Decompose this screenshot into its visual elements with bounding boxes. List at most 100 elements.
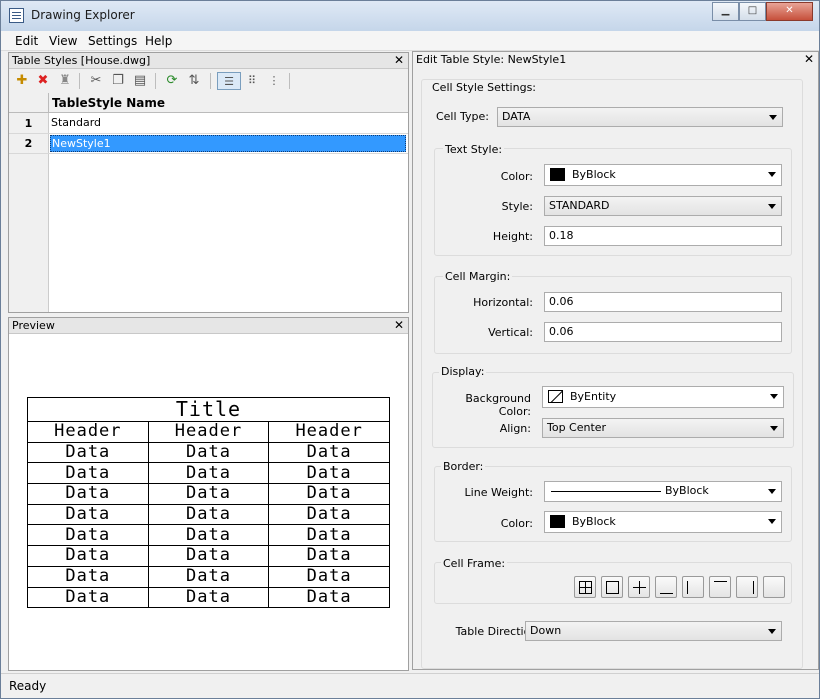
panel-title: Preview bbox=[12, 319, 55, 332]
minimize-button[interactable]: ▁ bbox=[712, 2, 739, 21]
cell-type-select[interactable]: DATA bbox=[497, 107, 783, 127]
title-bar: Drawing Explorer ▁ □ ✕ bbox=[1, 1, 819, 31]
cut-icon[interactable]: ✂ bbox=[87, 72, 105, 90]
main-window: Drawing Explorer ▁ □ ✕ Edit View Setting… bbox=[0, 0, 820, 699]
chevron-down-icon bbox=[768, 629, 776, 634]
preview-canvas: Title Header Header Header Data Data Data D… bbox=[9, 334, 408, 670]
close-panel-icon[interactable]: ✕ bbox=[394, 53, 404, 68]
chevron-down-icon bbox=[769, 115, 777, 120]
style-name-cell[interactable]: NewStyle1 bbox=[50, 135, 406, 152]
paste-icon[interactable]: ▤ bbox=[131, 72, 149, 90]
grid-view-icon[interactable]: ⠿ bbox=[243, 72, 261, 90]
no-border-icon[interactable] bbox=[763, 576, 785, 598]
new-icon[interactable]: ✚ bbox=[13, 72, 31, 90]
close-panel-icon[interactable]: ✕ bbox=[394, 318, 404, 333]
bottom-border-icon[interactable] bbox=[655, 576, 677, 598]
preview-header-cell: Header bbox=[27, 421, 149, 443]
table-row-selected[interactable]: 2 NewStyle1 bbox=[9, 134, 408, 154]
preview-data-cell: Data bbox=[147, 441, 270, 464]
copy-icon[interactable]: ❐ bbox=[109, 72, 127, 90]
border-color-select[interactable]: ByBlock bbox=[544, 511, 782, 533]
panel-title: Edit Table Style: NewStyle1 bbox=[416, 53, 567, 66]
inside-borders-icon[interactable] bbox=[628, 576, 650, 598]
preview-data-cell: Data bbox=[27, 586, 149, 609]
preview-data-cell: Data bbox=[27, 503, 149, 526]
preview-data-cell: Data bbox=[268, 524, 390, 547]
align-select[interactable]: Top Center bbox=[542, 418, 784, 438]
color-swatch bbox=[550, 167, 565, 181]
text-color-select[interactable]: ByBlock bbox=[544, 164, 782, 186]
styles-toolbar: ✚ ✖ ♜ ✂ ❐ ▤ ⟳ ⇅ ☰ ⠿ ⋮ bbox=[9, 69, 408, 93]
details-view-icon[interactable]: ☰ bbox=[217, 72, 241, 90]
cell-type-label: Cell Type: bbox=[435, 110, 489, 123]
preview-data-cell: Data bbox=[147, 565, 270, 588]
delete-icon[interactable]: ✖ bbox=[34, 72, 52, 90]
preview-data-cell: Data bbox=[268, 483, 390, 505]
preview-data-cell: Data bbox=[268, 462, 390, 485]
purge-icon[interactable]: ♜ bbox=[56, 72, 74, 90]
panel-header: Edit Table Style: NewStyle1 ✕ bbox=[413, 52, 818, 68]
vertical-margin-input[interactable]: 0.06 bbox=[544, 322, 782, 342]
cell-margin-group bbox=[434, 276, 792, 354]
line-weight-select[interactable]: ByBlock bbox=[544, 481, 782, 502]
preview-data-cell: Data bbox=[27, 483, 149, 505]
cell-frame-label: Cell Frame: bbox=[441, 557, 508, 570]
menu-settings[interactable]: Settings bbox=[88, 34, 137, 48]
left-border-icon[interactable] bbox=[682, 576, 704, 598]
menu-edit[interactable]: Edit bbox=[15, 34, 38, 48]
style-name-cell[interactable]: Standard bbox=[50, 115, 406, 132]
preview-data-cell: Data bbox=[268, 503, 390, 526]
tree-view-icon[interactable]: ⋮ bbox=[265, 72, 283, 90]
background-color-select[interactable]: ByEntity bbox=[542, 386, 784, 408]
no-fill-swatch bbox=[548, 389, 563, 403]
line-weight-preview bbox=[551, 490, 661, 492]
chevron-down-icon bbox=[768, 519, 776, 524]
column-header[interactable]: TableStyle Name bbox=[9, 93, 408, 113]
preview-data-cell: Data bbox=[268, 565, 390, 588]
chevron-down-icon bbox=[768, 489, 776, 494]
close-panel-icon[interactable]: ✕ bbox=[804, 52, 814, 67]
align-label: Align: bbox=[499, 422, 531, 435]
table-direction-select[interactable]: Down bbox=[525, 621, 782, 641]
top-border-icon[interactable] bbox=[709, 576, 731, 598]
text-color-label: Color: bbox=[500, 170, 533, 183]
menu-view[interactable]: View bbox=[49, 34, 77, 48]
chevron-down-icon bbox=[770, 426, 778, 431]
table-row[interactable]: 1 Standard bbox=[9, 114, 408, 134]
preview-data-cell: Data bbox=[27, 524, 149, 547]
preview-data-cell: Data bbox=[147, 524, 270, 547]
display-label: Display: bbox=[439, 365, 487, 378]
chevron-down-icon bbox=[768, 172, 776, 177]
maximize-button[interactable]: □ bbox=[739, 2, 766, 21]
cell-margin-label: Cell Margin: bbox=[443, 270, 513, 283]
preview-data-cell: Data bbox=[147, 503, 270, 526]
app-icon bbox=[9, 8, 24, 23]
sync-icon[interactable]: ⇅ bbox=[185, 72, 203, 90]
close-button[interactable]: ✕ bbox=[766, 2, 813, 21]
preview-data-cell: Data bbox=[27, 545, 149, 567]
menu-help[interactable]: Help bbox=[145, 34, 172, 48]
panel-header: Table Styles [House.dwg] ✕ bbox=[9, 53, 408, 69]
all-borders-icon[interactable] bbox=[574, 576, 596, 598]
border-color-label: Color: bbox=[500, 517, 533, 530]
line-weight-label: Line Weight: bbox=[464, 486, 533, 499]
preview-data-cell: Data bbox=[27, 441, 149, 464]
horizontal-margin-input[interactable]: 0.06 bbox=[544, 292, 782, 312]
right-border-icon[interactable] bbox=[736, 576, 758, 598]
edit-table-style-panel: Edit Table Style: NewStyle1 ✕ Cell Style … bbox=[412, 51, 819, 670]
text-height-input[interactable]: 0.18 bbox=[544, 226, 782, 246]
cell-frame-buttons bbox=[574, 576, 786, 598]
preview-data-cell: Data bbox=[268, 545, 390, 567]
text-height-label: Height: bbox=[492, 230, 533, 243]
text-style-select[interactable]: STANDARD bbox=[544, 196, 782, 216]
outside-border-icon[interactable] bbox=[601, 576, 623, 598]
refresh-icon[interactable]: ⟳ bbox=[163, 72, 181, 90]
window-title: Drawing Explorer bbox=[31, 8, 135, 22]
color-swatch bbox=[550, 514, 565, 528]
preview-data-cell: Data bbox=[147, 462, 270, 485]
text-style-label: Text Style: bbox=[443, 143, 505, 156]
table-styles-panel: Table Styles [House.dwg] ✕ ✚ ✖ ♜ ✂ ❐ ▤ ⟳ … bbox=[8, 52, 409, 313]
background-color-label: Background Color: bbox=[465, 392, 531, 418]
preview-title-cell: Title bbox=[27, 397, 390, 422]
vertical-margin-label: Vertical: bbox=[488, 326, 533, 339]
